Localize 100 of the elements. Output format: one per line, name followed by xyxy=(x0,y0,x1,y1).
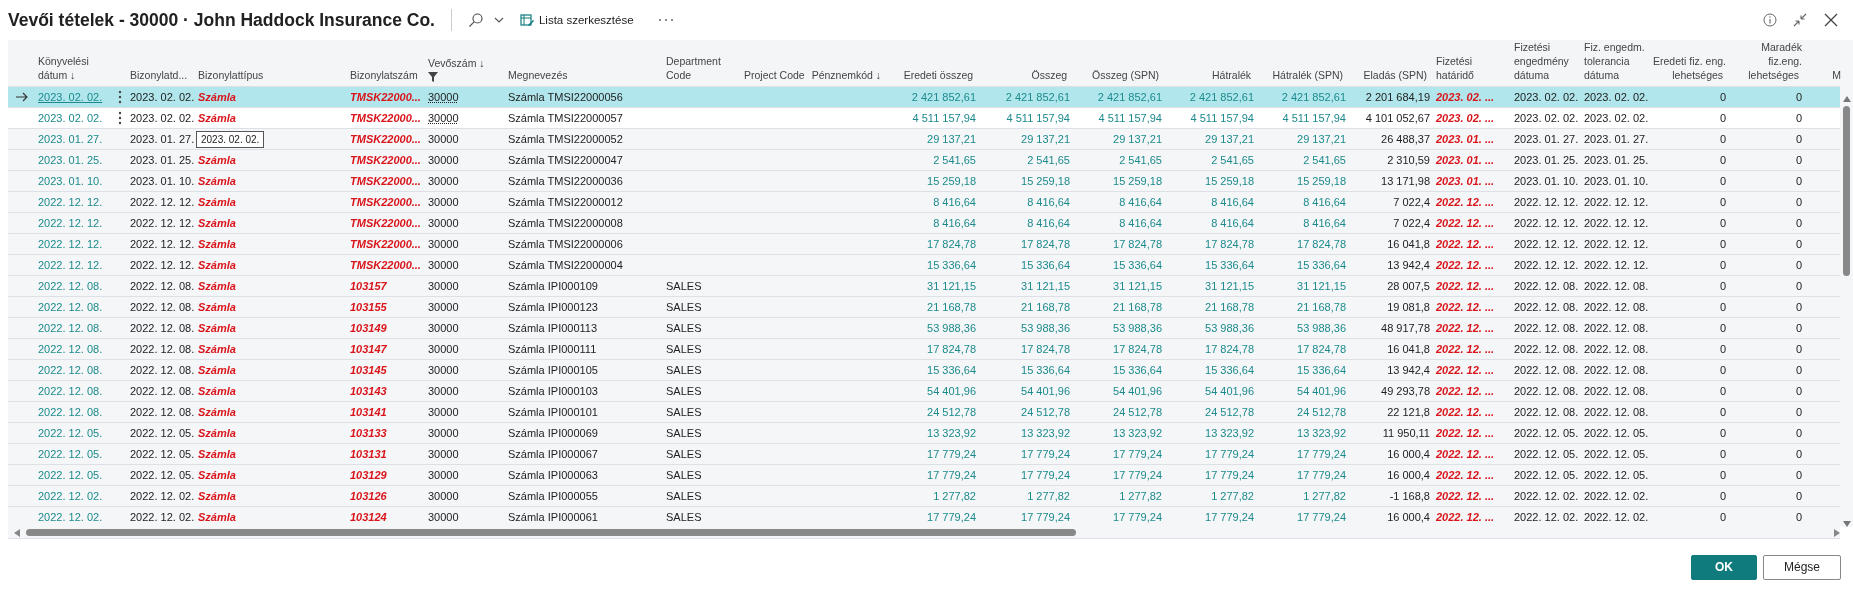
more-vertical-icon[interactable] xyxy=(118,90,122,104)
table-cell: 2022. 12. 08. xyxy=(1584,343,1649,355)
table-row[interactable]: 2023. 02. 02. 2023. 02. 02. Számla TMSK22000... 30000 Számla TMSI22000056 2 421 852,61 2 421 852,61 2 421 852,61 2 421 852,61 2 421 852,61 2 201 684,19 2023. 02. ... 2023. 02. 02. 2023. 02. 02. 0 0 xyxy=(8,86,1840,107)
table-row[interactable]: 2022. 12. 08. 2022. 12. 08. Számla 103141 30000 Számla IPI000101 SALES 24 512,78 24 512,78 24 512,78 24 512,78 24 512,78 22 121,8 2022. 12. ... 2022. 12. 08. 2022. 12. 08. 0 0 xyxy=(8,401,1840,422)
collapse-icon[interactable] xyxy=(1793,13,1807,27)
vertical-scrollbar[interactable] xyxy=(1840,40,1853,527)
column-header[interactable]: Összeg (SPN) xyxy=(1092,68,1162,82)
table-row[interactable]: 2022. 12. 12. 2022. 12. 12. Számla TMSK22000... 30000 Számla TMSI22000012 8 416,64 8 416,64 8 416,64 8 416,64 8 416,64 7 022,4 2022. 12. ... 2022. 12. 12. 2022. 12. 12. 0 0 xyxy=(8,191,1840,212)
column-header[interactable]: Fiz. engedm. tolerancia dátuma xyxy=(1584,40,1645,82)
column-header[interactable]: Könyvelési dátum ↓ xyxy=(38,54,89,82)
date-link[interactable]: 2022. 12. 08. xyxy=(38,343,103,355)
table-cell: 30000 xyxy=(428,133,459,145)
table-row[interactable]: 2023. 02. 02. 2023. 02. 02. Számla TMSK22000... 30000 Számla TMSI22000057 4 511 157,94 4 511 157,94 4 511 157,94 4 511 157,94 4 511 157,94 4 101 052,67 2023. 02. ... 2023. 02. 02. 2023. 02. 02. 0 0 xyxy=(8,107,1840,128)
column-header[interactable]: Összeg xyxy=(1031,68,1070,82)
column-header[interactable]: Megnevezés xyxy=(508,68,571,82)
table-row[interactable]: 2022. 12. 08. 2022. 12. 08. Számla 103145 30000 Számla IPI000105 SALES 15 336,64 15 336,64 15 336,64 15 336,64 15 336,64 13 942,4 2022. 12. ... 2022. 12. 08. 2022. 12. 08. 0 0 xyxy=(8,359,1840,380)
date-link[interactable]: 2022. 12. 02. xyxy=(38,511,103,523)
table-cell: 2 421 852,61 xyxy=(1005,91,1070,103)
table-row[interactable]: 2022. 12. 05. 2022. 12. 05. Számla 103133 30000 Számla IPI000069 SALES 13 323,92 13 323,92 13 323,92 13 323,92 13 323,92 11 950,11 2022. 12. ... 2022. 12. 05. 2022. 12. 05. 0 0 xyxy=(8,422,1840,443)
column-header[interactable]: Eredeti összeg xyxy=(903,68,976,82)
date-link[interactable]: 2023. 02. 02. xyxy=(38,112,103,124)
table-row[interactable]: 2022. 12. 05. 2022. 12. 05. Számla 103131 30000 Számla IPI000067 SALES 17 779,24 17 779,24 17 779,24 17 779,24 17 779,24 16 000,4 2022. 12. ... 2022. 12. 05. 2022. 12. 05. 0 0 xyxy=(8,443,1840,464)
table-row[interactable]: 2022. 12. 12. 2022. 12. 12. Számla TMSK22000... 30000 Számla TMSI22000008 8 416,64 8 416,64 8 416,64 8 416,64 8 416,64 7 022,4 2022. 12. ... 2022. 12. 12. 2022. 12. 12. 0 0 xyxy=(8,212,1840,233)
date-link[interactable]: 2023. 01. 25. xyxy=(38,154,103,166)
table-row[interactable]: 2022. 12. 12. 2022. 12. 12. Számla TMSK22000... 30000 Számla TMSI22000006 17 824,78 17 824,78 17 824,78 17 824,78 17 824,78 16 041,8 2022. 12. ... 2022. 12. 12. 2022. 12. 12. 0 0 xyxy=(8,233,1840,254)
table-row[interactable]: 2023. 01. 27. 2023. 01. 27. 2023. 02. 02. TMSK22000... 30000 Számla TMSI22000052 29 137,21 29 137,21 29 137,21 29 137,21 29 137,21 26 488,37 2023. 01. ... 2023. 01. 27. 2023. 01. 27. 0 0 xyxy=(8,128,1840,149)
ok-button[interactable]: OK xyxy=(1690,554,1757,580)
table-cell: 2 541,65 xyxy=(1119,154,1162,166)
edit-list-button[interactable]: Lista szerkesztése xyxy=(513,13,640,27)
date-link[interactable]: 2022. 12. 08. xyxy=(38,406,103,418)
column-header[interactable]: Department Code xyxy=(666,54,721,82)
date-link[interactable]: 2022. 12. 12. xyxy=(38,217,103,229)
table-row[interactable]: 2022. 12. 05. 2022. 12. 05. Számla 103129 30000 Számla IPI000063 SALES 17 779,24 17 779,24 17 779,24 17 779,24 17 779,24 16 000,4 2022. 12. ... 2022. 12. 05. 2022. 12. 05. 0 0 xyxy=(8,464,1840,485)
column-header[interactable]: Hátralék (SPN) xyxy=(1272,68,1346,82)
scroll-right-icon[interactable] xyxy=(1834,528,1840,537)
date-link[interactable]: 2023. 01. 10. xyxy=(38,175,103,187)
table-row[interactable]: 2022. 12. 02. 2022. 12. 02. Számla 103126 30000 Számla IPI000055 SALES 1 277,82 1 277,82 1 277,82 1 277,82 1 277,82 -1 168,8 2022. 12. ... 2022. 12. 02. 2022. 12. 02. 0 0 xyxy=(8,485,1840,506)
table-cell: 2022. 12. 02. xyxy=(1584,490,1649,502)
date-link[interactable]: 2022. 12. 02. xyxy=(38,490,103,502)
table-row[interactable]: 2022. 12. 12. 2022. 12. 12. Számla TMSK22000... 30000 Számla TMSI22000004 15 336,64 15 336,64 15 336,64 15 336,64 15 336,64 13 942,4 2022. 12. ... 2022. 12. 12. 2022. 12. 12. 0 0 xyxy=(8,254,1840,275)
date-link[interactable]: 2022. 12. 08. xyxy=(38,322,103,334)
more-icon[interactable] xyxy=(657,17,674,23)
table-cell: TMSK22000... xyxy=(350,259,421,271)
more-vertical-icon[interactable] xyxy=(118,111,122,125)
column-header[interactable]: Maradék fiz.eng. lehetséges xyxy=(1748,40,1802,82)
column-header[interactable]: Project Code xyxy=(744,68,808,82)
scroll-left-icon[interactable] xyxy=(14,528,20,537)
table-row[interactable]: 2022. 12. 08. 2022. 12. 08. Számla 103143 30000 Számla IPI000103 SALES 54 401,96 54 401,96 54 401,96 54 401,96 54 401,96 49 293,78 2022. 12. ... 2022. 12. 08. 2022. 12. 08. 0 0 xyxy=(8,380,1840,401)
table-row[interactable]: 2022. 12. 08. 2022. 12. 08. Számla 103157 30000 Számla IPI000109 SALES 31 121,15 31 121,15 31 121,15 31 121,15 31 121,15 28 007,5 2022. 12. ... 2022. 12. 08. 2022. 12. 08. 0 0 xyxy=(8,275,1840,296)
scroll-down-icon[interactable] xyxy=(1842,521,1851,527)
date-link[interactable]: 2022. 12. 05. xyxy=(38,448,103,460)
scroll-thumb[interactable] xyxy=(26,529,1076,536)
table-cell: 2023. 02. 02. xyxy=(1584,112,1649,124)
column-header[interactable]: M xyxy=(1832,68,1844,82)
window-title: Vevői tételek - 30000 · John Haddock Insurance Co. xyxy=(8,9,435,31)
cancel-button[interactable]: Mégse xyxy=(1762,554,1841,580)
table-cell: Számla xyxy=(198,112,236,124)
date-link[interactable]: 2022. 12. 08. xyxy=(38,280,103,292)
date-link[interactable]: 2022. 12. 08. xyxy=(38,364,103,376)
column-header[interactable]: Eredeti fiz. eng. lehetséges xyxy=(1653,54,1726,82)
column-header[interactable]: Bizonylattípus xyxy=(198,68,267,82)
date-link[interactable]: 2022. 12. 12. xyxy=(38,238,103,250)
column-header[interactable]: Fizetési engedmény dátuma xyxy=(1514,40,1569,82)
column-header[interactable]: Fizetési határidő xyxy=(1436,54,1477,82)
date-link[interactable]: 2022. 12. 05. xyxy=(38,427,103,439)
table-row[interactable]: 2022. 12. 08. 2022. 12. 08. Számla 103149 30000 Számla IPI000113 SALES 53 988,36 53 988,36 53 988,36 53 988,36 53 988,36 48 917,78 2022. 12. ... 2022. 12. 08. 2022. 12. 08. 0 0 xyxy=(8,317,1840,338)
date-link[interactable]: 2022. 12. 08. xyxy=(38,385,103,397)
scroll-up-icon[interactable] xyxy=(1842,96,1851,102)
table-cell: 30000 xyxy=(428,91,459,103)
column-header[interactable]: Pénznemkód ↓ xyxy=(811,68,884,82)
horizontal-scrollbar[interactable] xyxy=(8,527,1840,539)
date-link[interactable]: 2022. 12. 12. xyxy=(38,196,103,208)
table-cell: 2022. 12. ... xyxy=(1436,259,1495,271)
column-header[interactable]: Vevőszám ↓ xyxy=(428,56,488,82)
table-cell: 30000 xyxy=(428,196,459,208)
scroll-thumb[interactable] xyxy=(1843,106,1850,276)
column-header[interactable]: Bizonylatd... xyxy=(130,68,191,82)
table-cell: 2022. 12. ... xyxy=(1436,385,1495,397)
table-cell: 7 022,4 xyxy=(1393,217,1430,229)
chevron-down-icon[interactable] xyxy=(493,15,504,25)
table-cell: 30000 xyxy=(428,154,459,166)
date-link[interactable]: 2022. 12. 12. xyxy=(38,259,103,271)
table-row[interactable]: 2022. 12. 08. 2022. 12. 08. Számla 103155 30000 Számla IPI000123 SALES 21 168,78 21 168,78 21 168,78 21 168,78 21 168,78 19 081,8 2022. 12. ... 2022. 12. 08. 2022. 12. 08. 0 0 xyxy=(8,296,1840,317)
search-icon[interactable] xyxy=(467,12,484,28)
table-row[interactable]: 2022. 12. 02. 2022. 12. 02. Számla 103124 30000 Számla IPI000061 SALES 17 779,24 17 779,24 17 779,24 17 779,24 17 779,24 16 000,4 2022. 12. ... 2022. 12. 02. 2022. 12. 02. 0 0 xyxy=(8,506,1840,527)
column-header[interactable]: Hátralék xyxy=(1212,68,1254,82)
date-link[interactable]: 2022. 12. 08. xyxy=(38,301,103,313)
date-link[interactable]: 2022. 12. 05. xyxy=(38,469,103,481)
table-cell: 0 xyxy=(1719,469,1726,481)
table-row[interactable]: 2022. 12. 08. 2022. 12. 08. Számla 103147 30000 Számla IPI000111 SALES 17 824,78 17 824,78 17 824,78 17 824,78 17 824,78 16 041,8 2022. 12. ... 2022. 12. 08. 2022. 12. 08. 0 0 xyxy=(8,338,1840,359)
column-header[interactable]: Eladás (SPN) xyxy=(1363,68,1430,82)
info-icon[interactable] xyxy=(1763,13,1777,27)
table-row[interactable]: 2023. 01. 25. 2023. 01. 25. Számla TMSK22000... 30000 Számla TMSI22000047 2 541,65 2 541,65 2 541,65 2 541,65 2 541,65 2 310,59 2023. 01. ... 2023. 01. 25. 2023. 01. 25. 0 0 xyxy=(8,149,1840,170)
table-row[interactable]: 2023. 01. 10. 2023. 01. 10. Számla TMSK22000... 30000 Számla TMSI22000036 15 259,18 15 259,18 15 259,18 15 259,18 15 259,18 13 171,98 2023. 01. ... 2023. 01. 10. 2023. 01. 10. 0 0 xyxy=(8,170,1840,191)
date-link[interactable]: 2023. 01. 27. xyxy=(38,133,103,145)
table-cell: 17 779,24 xyxy=(1297,448,1346,460)
table-cell: 8 416,64 xyxy=(1027,196,1070,208)
table-cell: 17 779,24 xyxy=(1205,448,1254,460)
column-header[interactable]: Bizonylatszám xyxy=(350,68,421,82)
close-icon[interactable] xyxy=(1823,12,1839,28)
